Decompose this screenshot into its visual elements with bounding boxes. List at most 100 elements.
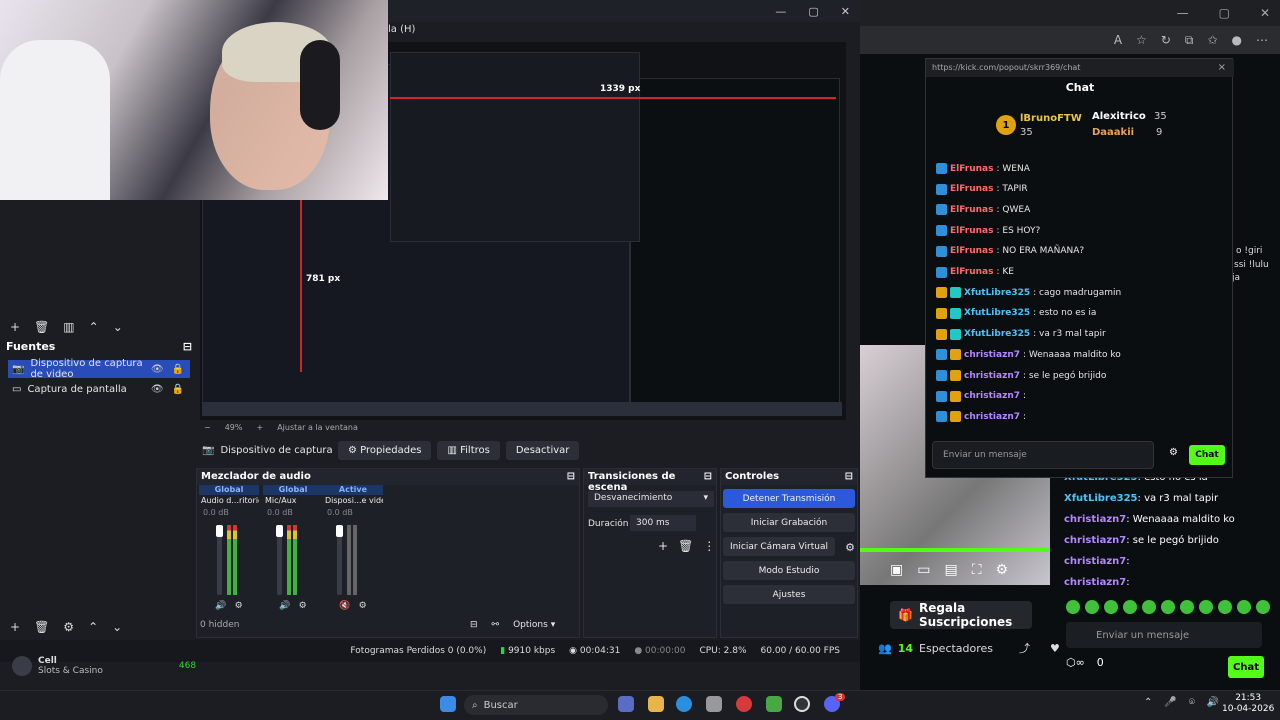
maximize-icon[interactable]: ▢ [1219, 6, 1230, 20]
wifi-icon[interactable]: ⌾ [1189, 697, 1195, 708]
obs-icon[interactable] [794, 696, 810, 712]
more-icon[interactable]: ⋯ [1256, 33, 1268, 47]
edge-icon[interactable] [676, 696, 692, 712]
taskbar-search[interactable]: ⌕ Buscar [464, 695, 608, 715]
transition-select[interactable]: Desvanecimiento ▾ [588, 491, 714, 507]
chat-username[interactable]: ElFrunas [950, 164, 994, 174]
app-icon[interactable] [736, 696, 752, 712]
settings-button[interactable]: Ajustes [723, 585, 855, 604]
channel-name[interactable]: Disposi...e video [323, 495, 383, 507]
options-button[interactable]: Options ▾ [513, 620, 555, 630]
close-icon[interactable]: ✕ [1260, 6, 1270, 20]
source-item[interactable]: ▭ Captura de pantalla 👁 🔒 [8, 380, 190, 398]
emote-icon[interactable] [1123, 600, 1137, 614]
points-icon[interactable]: ⬡∞ [1066, 656, 1085, 669]
gift-subs-button[interactable]: 🎁 Regala Suscripciones [890, 601, 1032, 629]
follow-icon[interactable]: ♥ [1050, 642, 1060, 655]
muted-speaker-icon[interactable]: 🔇 [339, 601, 350, 611]
channel-name[interactable]: Mic/Aux [263, 495, 323, 507]
gear-icon[interactable]: ⚙ [359, 601, 367, 611]
start-icon[interactable] [440, 696, 456, 712]
menu-help[interactable]: la (H) [388, 24, 415, 35]
up-icon[interactable]: ⌃ [89, 320, 99, 334]
minimize-icon[interactable]: — [775, 5, 786, 18]
dock-menu-icon[interactable]: ⊟ [567, 471, 575, 483]
filters-button[interactable]: ▥ Filtros [437, 440, 500, 460]
chevron-up-icon[interactable]: ⌃ [1144, 697, 1152, 708]
down-icon[interactable]: ⌄ [113, 320, 123, 334]
studio-mode-button[interactable]: Modo Estudio [723, 561, 855, 580]
zoom-in-icon[interactable]: + [256, 423, 263, 432]
properties-button[interactable]: ⚙ Propiedades [338, 440, 432, 460]
trash-icon[interactable]: 🗑 [34, 320, 49, 334]
gear-icon[interactable]: ⚙ [299, 601, 307, 611]
share-icon[interactable]: ⤴ [1019, 640, 1030, 656]
maximize-icon[interactable]: ▢ [808, 5, 818, 18]
dock-menu-icon[interactable]: ⊟ [183, 340, 192, 356]
folder-icon[interactable] [648, 696, 664, 712]
speaker-icon[interactable]: 🔊 [215, 601, 226, 611]
link-icon[interactable]: ⚯ [492, 620, 500, 630]
profile-icon[interactable]: ● [1232, 33, 1242, 47]
chat-username[interactable]: ElFrunas [950, 205, 994, 215]
more-icon[interactable]: ⋮ [703, 539, 715, 553]
trash-icon[interactable]: 🗑 [34, 620, 49, 634]
close-icon[interactable]: × [1218, 62, 1226, 73]
chat-input[interactable]: Enviar un mensaje [932, 441, 1154, 469]
favorites-icon[interactable]: ✩ [1207, 33, 1217, 47]
volume-knob[interactable] [276, 525, 283, 537]
dock-menu-icon[interactable]: ⊟ [704, 471, 712, 483]
read-aloud-icon[interactable]: A [1114, 33, 1122, 47]
filter-icon[interactable]: ▥ [63, 320, 74, 334]
split-screen-icon[interactable]: ⧉ [1185, 33, 1194, 48]
add-icon[interactable]: + [10, 320, 20, 334]
settings-icon[interactable]: ⚙ [1169, 447, 1178, 458]
app-icon[interactable] [618, 696, 634, 712]
chat-username[interactable]: christiazn7 [964, 350, 1020, 360]
emote-icon[interactable] [1237, 600, 1251, 614]
gear-icon[interactable]: ⚙ [63, 620, 74, 634]
zoom-out-icon[interactable]: − [204, 423, 211, 432]
gear-icon[interactable]: ⚙ [845, 541, 855, 554]
miniplayer-icon[interactable]: ▣ [890, 562, 903, 578]
fullscreen-icon[interactable]: ⛶ [972, 562, 982, 578]
refresh-icon[interactable]: ↻ [1161, 33, 1171, 47]
emote-icon[interactable] [1256, 600, 1270, 614]
clock[interactable]: 21:53 10-04-2026 [1222, 693, 1274, 715]
disable-button[interactable]: Desactivar [505, 440, 580, 460]
layout-icon[interactable]: ⊟ [470, 620, 478, 630]
trash-icon[interactable]: 🗑 [678, 539, 693, 553]
emote-icon[interactable] [1066, 600, 1080, 614]
chat-username[interactable]: ElFrunas [950, 226, 994, 236]
emote-icon[interactable] [1104, 600, 1118, 614]
gear-icon[interactable]: ⚙ [235, 601, 243, 611]
close-icon[interactable]: ✕ [841, 5, 850, 18]
chat-username[interactable]: ElFrunas [950, 267, 994, 277]
chat-username[interactable]: XfutLibre325 [964, 288, 1030, 298]
settings-icon[interactable]: ⚙ [996, 562, 1009, 578]
emote-icon[interactable] [1218, 600, 1232, 614]
app-icon[interactable] [766, 696, 782, 712]
channel-name[interactable]: Audio d...ritorio [199, 495, 259, 507]
chat-send-button[interactable]: Chat [1189, 445, 1225, 465]
emote-icon[interactable] [1180, 600, 1194, 614]
start-virtual-camera-button[interactable]: Iniciar Cámara Virtual [723, 537, 835, 556]
emote-icon[interactable] [1161, 600, 1175, 614]
mic-icon[interactable]: 🎤 [1164, 697, 1176, 708]
chat-username[interactable]: XfutLibre325 [964, 308, 1030, 318]
chat-username[interactable]: ElFrunas [950, 184, 994, 194]
chat-send-button[interactable]: Chat [1228, 656, 1264, 678]
stop-streaming-button[interactable]: Detener Transmisión [723, 489, 855, 508]
volume-knob[interactable] [336, 525, 343, 537]
chat-username[interactable]: XfutLibre325 [964, 329, 1030, 339]
chat-username[interactable]: christiazn7 [964, 412, 1020, 422]
speaker-icon[interactable]: 🔊 [279, 601, 290, 611]
fit-window[interactable]: Ajustar a la ventana [277, 423, 358, 432]
eye-icon[interactable]: 👁 [151, 364, 164, 375]
theater-icon[interactable]: ▭ [917, 562, 930, 578]
volume-knob[interactable] [216, 525, 223, 537]
chat-username[interactable]: ElFrunas [950, 246, 994, 256]
volume-icon[interactable]: 🔊 [1207, 697, 1219, 708]
minimize-icon[interactable]: — [1177, 6, 1189, 20]
lock-icon[interactable]: 🔒 [172, 384, 184, 395]
